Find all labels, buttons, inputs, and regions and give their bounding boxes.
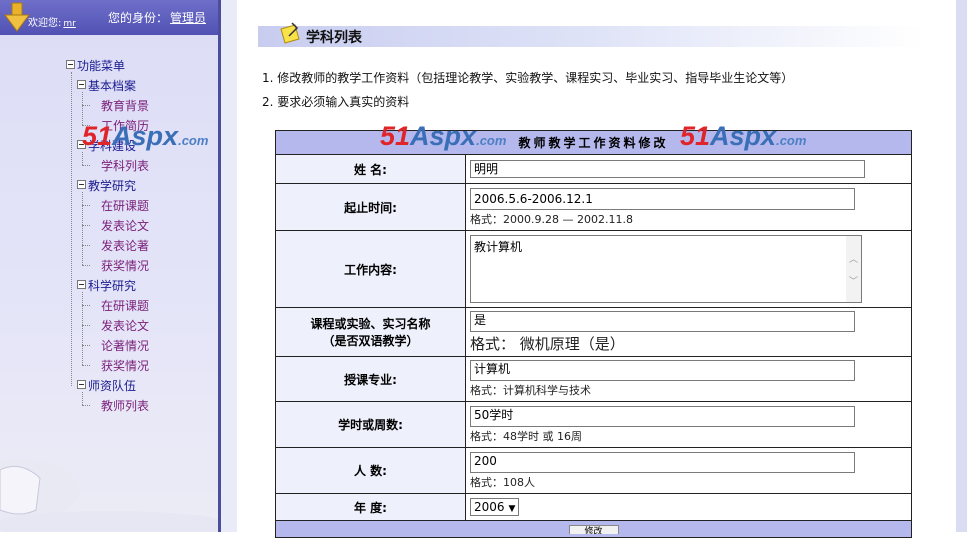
tree-leaf-sci-book[interactable]: 论著情况 — [101, 339, 149, 353]
hours-input[interactable]: 50学时 — [470, 405, 855, 427]
frame-gutter — [221, 0, 237, 532]
tree-cat-staff[interactable]: 师资队伍 — [77, 379, 136, 393]
hours-label: 学时或周数: — [275, 401, 466, 448]
period-hint: 格式：2000.9.28 — 2002.11.8 — [470, 212, 633, 226]
memo-note-icon — [280, 22, 300, 44]
submit-button[interactable]: 修改 — [568, 525, 619, 534]
period-input[interactable]: 2006.5.6-2006.12.1 — [470, 187, 855, 210]
collapse-toggle-icon[interactable] — [77, 80, 86, 89]
identity-text: 您的身份： 管理员 — [108, 11, 207, 25]
instruction-1: 1. 修改教师的教学工作资料（包括理论教学、实验教学、课程实习、毕业实习、指导毕… — [262, 71, 794, 85]
content-text: 教计算机 — [474, 240, 523, 254]
people-hint: 格式：108人 — [470, 475, 535, 489]
course-hint: 格式： 微机原理（是） — [470, 334, 625, 353]
tree-leaf-sci-award[interactable]: 获奖情况 — [101, 359, 149, 373]
sidebar: 欢迎您: mr 您的身份： 管理员 功能菜单 基本档案 教育背景 工作简历 学科建设… — [0, 0, 218, 532]
chevron-down-icon: ▼ — [508, 504, 516, 514]
tree-root[interactable]: 功能菜单 — [66, 59, 125, 73]
course-label: 课程或实验、实习名称 （是否双语教学） — [275, 307, 466, 357]
tree-leaf-teach-topic[interactable]: 在研课题 — [101, 199, 149, 213]
name-label: 姓 名: — [275, 154, 466, 184]
collapse-toggle-icon[interactable] — [77, 180, 86, 189]
tree-leaf-teach-book[interactable]: 发表论著 — [101, 239, 149, 253]
tree-cat-sci[interactable]: 科学研究 — [77, 279, 136, 293]
content-textarea[interactable]: 教计算机 ︿ ﹀ — [470, 235, 862, 303]
tree-leaf-edu[interactable]: 教育背景 — [101, 99, 149, 113]
instruction-2: 2. 要求必须输入真实的资料 — [262, 95, 410, 109]
page-title: 学科列表 — [306, 30, 362, 46]
collapse-toggle-icon[interactable] — [77, 380, 86, 389]
tree-leaf-teach-award[interactable]: 获奖情况 — [101, 259, 149, 273]
major-hint: 格式：计算机科学与技术 — [470, 384, 591, 397]
tree-leaf-sci-paper[interactable]: 发表论文 — [101, 319, 149, 333]
scroll-down-icon[interactable]: ﹀ — [849, 274, 858, 287]
coffee-cup-decoration-icon — [0, 460, 218, 532]
form-header: 教师教学工作资料修改 — [274, 130, 913, 155]
course-input[interactable]: 是 — [470, 310, 855, 332]
tree-leaf-teach-paper[interactable]: 发表论文 — [101, 219, 149, 233]
hours-hint: 格式：48学时 或 16周 — [470, 429, 582, 443]
tree-leaf-sci-topic[interactable]: 在研课题 — [101, 299, 149, 313]
role-link[interactable]: 管理员 — [170, 11, 206, 25]
scroll-up-icon[interactable]: ︿ — [849, 252, 858, 265]
people-input[interactable]: 200 — [470, 451, 855, 473]
name-input[interactable]: 明明 — [470, 160, 865, 178]
tree-cat-subject[interactable]: 学科建设 — [77, 139, 136, 153]
collapse-toggle-icon[interactable] — [66, 60, 75, 69]
major-input[interactable]: 计算机 — [470, 360, 855, 381]
collapse-toggle-icon[interactable] — [77, 140, 86, 149]
content-label: 工作内容: — [275, 230, 466, 308]
tree-cat-basic[interactable]: 基本档案 — [77, 79, 136, 93]
year-select[interactable]: 2006 ▼ — [470, 498, 520, 516]
collapse-toggle-icon[interactable] — [77, 280, 86, 289]
tree-leaf-work[interactable]: 工作简历 — [101, 119, 149, 133]
people-label: 人 数: — [275, 447, 466, 494]
major-label: 授课专业: — [275, 356, 466, 402]
period-label: 起止时间: — [275, 183, 466, 231]
textarea-scrollbar[interactable] — [846, 236, 861, 302]
tree-cat-teach[interactable]: 教学研究 — [77, 179, 136, 193]
vertical-scrollbar[interactable] — [956, 0, 967, 532]
welcome-text: 欢迎您: mr — [28, 18, 76, 29]
sidebar-header: 欢迎您: mr 您的身份： 管理员 — [0, 0, 218, 35]
download-arrow-icon — [4, 2, 30, 32]
edit-form-table: 教师教学工作资料修改 姓 名: 明明 起止时间: 2006.5.6-2006.1… — [274, 130, 913, 538]
year-label: 年 度: — [275, 493, 466, 521]
username-link[interactable]: mr — [63, 19, 75, 29]
tree-leaf-subject-list[interactable]: 学科列表 — [101, 159, 149, 173]
